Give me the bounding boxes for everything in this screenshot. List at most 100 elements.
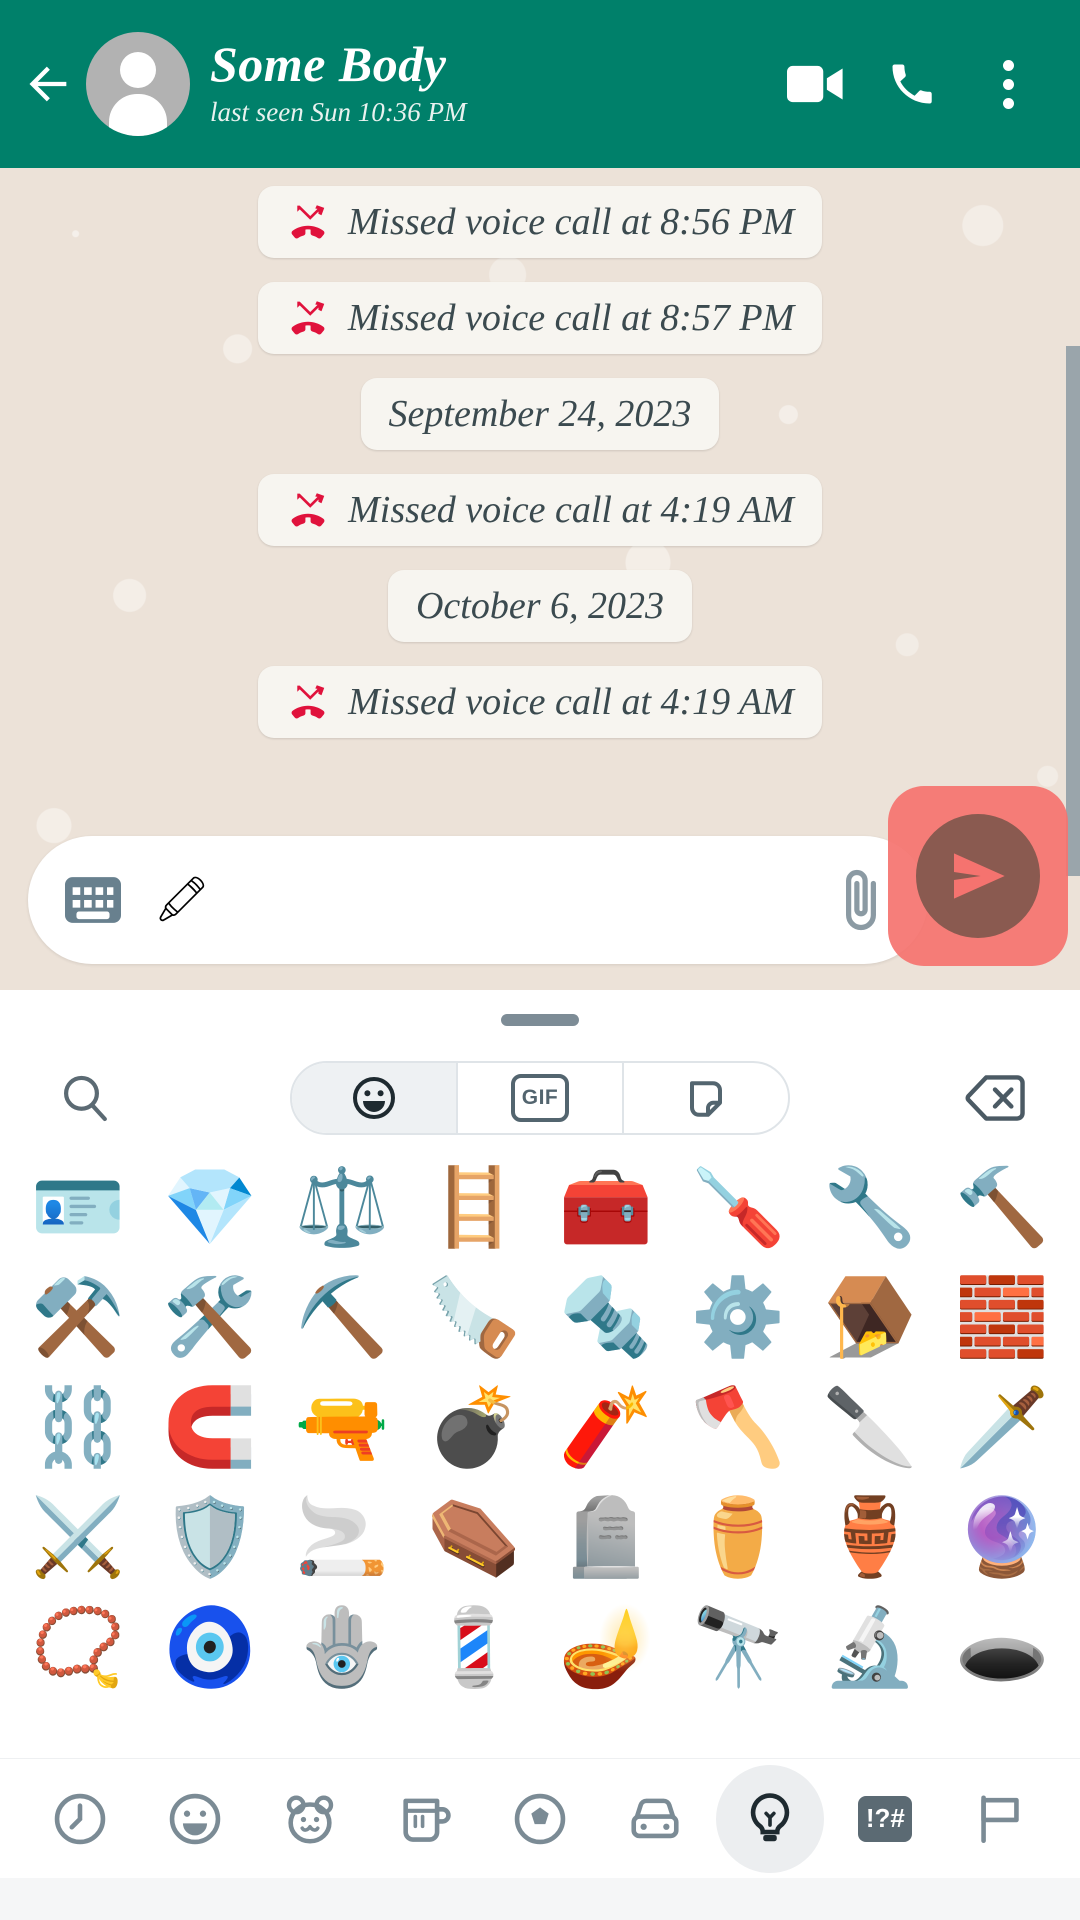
emoji-item[interactable]: 🛠️: [144, 1262, 276, 1372]
system-navigation-bar: [0, 1878, 1080, 1920]
message-bubble-missed-call[interactable]: Missed voice call at 8:56 PM: [257, 186, 823, 258]
emoji-item[interactable]: ⛏️: [276, 1262, 408, 1372]
send-button[interactable]: [916, 814, 1040, 938]
clock-icon: [54, 1793, 105, 1844]
emoji-item[interactable]: ⚰️: [408, 1482, 540, 1592]
emoji-item[interactable]: 🧰: [540, 1152, 672, 1262]
message-bubble-missed-call[interactable]: Missed voice call at 4:19 AM: [258, 666, 822, 738]
emoji-item[interactable]: ⛓️: [12, 1372, 144, 1482]
emoji-item[interactable]: ⚙️: [672, 1262, 804, 1372]
tab-gif[interactable]: GIF: [458, 1063, 624, 1133]
menu-button[interactable]: [960, 36, 1056, 132]
emoji-item[interactable]: 🪪: [12, 1152, 144, 1262]
missed-call-icon: [291, 685, 325, 719]
emoji-item[interactable]: 🛡️: [144, 1482, 276, 1592]
message-input-container[interactable]: 🖍: [28, 836, 928, 964]
emoji-item[interactable]: 🪛: [672, 1152, 804, 1262]
video-camera-icon: [787, 65, 843, 103]
emoji-item[interactable]: 🔪: [804, 1372, 936, 1482]
message-text: Missed voice call at 8:57 PM: [347, 297, 795, 339]
date-divider: October 6, 2023: [387, 570, 693, 642]
contact-status: last seen Sun 10:36 PM: [210, 96, 467, 127]
emoji-item[interactable]: 💣: [408, 1372, 540, 1482]
emoji-item[interactable]: ⚱️: [672, 1482, 804, 1592]
message-input[interactable]: 🖍: [124, 878, 828, 922]
category-smileys[interactable]: [141, 1765, 249, 1873]
emoji-item[interactable]: 🔮: [936, 1482, 1068, 1592]
gif-label: GIF: [511, 1074, 569, 1122]
category-travel[interactable]: [601, 1765, 709, 1873]
chat-header: Some Body last seen Sun 10:36 PM: [0, 0, 1080, 168]
emoji-item[interactable]: 💈: [408, 1592, 540, 1702]
emoji-item[interactable]: 🪦: [540, 1482, 672, 1592]
emoji-item[interactable]: 🪓: [672, 1372, 804, 1482]
paperclip-icon[interactable]: [828, 865, 894, 935]
voice-call-button[interactable]: [864, 36, 960, 132]
emoji-item[interactable]: 🚬: [276, 1482, 408, 1592]
emoji-picker-panel: GIF 🪪 💎 ⚖️ 🪜 🧰 🪛 🔧 🔨 ⚒️ 🛠️ ⛏️ 🪚 🔩 ⚙️ 🪤 🧱…: [0, 996, 1080, 1920]
message-list: Missed voice call at 8:56 PM Missed voic…: [0, 168, 1080, 738]
contact-info[interactable]: Some Body last seen Sun 10:36 PM: [210, 38, 768, 130]
tab-sticker[interactable]: [624, 1063, 788, 1133]
panel-drag-handle-row[interactable]: [0, 996, 1080, 1044]
smiley-icon: [353, 1077, 395, 1119]
emoji-item[interactable]: 🔩: [540, 1262, 672, 1372]
emoji-item[interactable]: 🔨: [936, 1152, 1068, 1262]
emoji-item[interactable]: 📿: [12, 1592, 144, 1702]
emoji-item[interactable]: 🔧: [804, 1152, 936, 1262]
emoji-item[interactable]: 🪬: [276, 1592, 408, 1702]
emoji-item[interactable]: 🕳️: [936, 1592, 1068, 1702]
emoji-item[interactable]: ⚖️: [276, 1152, 408, 1262]
category-objects[interactable]: [716, 1764, 825, 1873]
emoji-item[interactable]: 🧱: [936, 1262, 1068, 1372]
emoji-item[interactable]: 🔭: [672, 1592, 804, 1702]
emoji-item[interactable]: ⚔️: [12, 1482, 144, 1592]
category-food[interactable]: [371, 1765, 479, 1873]
back-button[interactable]: [18, 53, 80, 115]
emoji-item[interactable]: 🧨: [540, 1372, 672, 1482]
emoji-item[interactable]: 💎: [144, 1152, 276, 1262]
emoji-backspace-button[interactable]: [960, 1063, 1030, 1133]
search-icon: [64, 1075, 107, 1122]
avatar[interactable]: [86, 32, 190, 136]
emoji-item[interactable]: 🪤: [804, 1262, 936, 1372]
message-bubble-missed-call[interactable]: Missed voice call at 4:19 AM: [258, 474, 822, 546]
emoji-item[interactable]: 🪜: [408, 1152, 540, 1262]
emoji-item[interactable]: 🪔: [540, 1592, 672, 1702]
category-flags[interactable]: [946, 1765, 1054, 1873]
category-animals[interactable]: [256, 1765, 364, 1873]
emoji-category-bar: !?#: [0, 1758, 1080, 1878]
category-recent[interactable]: [26, 1765, 134, 1873]
emoji-item[interactable]: 🔬: [804, 1592, 936, 1702]
smiley-icon: [169, 1793, 220, 1844]
date-text: September 24, 2023: [388, 393, 692, 435]
keyboard-icon[interactable]: [62, 872, 124, 928]
avatar-body: [109, 94, 167, 136]
category-symbols[interactable]: !?#: [831, 1765, 939, 1873]
emoji-picker-header: GIF: [0, 1044, 1080, 1152]
contact-name: Some Body: [210, 36, 447, 93]
bear-icon: [286, 1795, 333, 1844]
emoji-item[interactable]: 🔫: [276, 1372, 408, 1482]
overflow-menu-icon: [1002, 59, 1014, 109]
emoji-item[interactable]: 🪚: [408, 1262, 540, 1372]
message-bubble-missed-call[interactable]: Missed voice call at 8:57 PM: [257, 282, 823, 354]
emoji-item[interactable]: 🗡️: [936, 1372, 1068, 1482]
phone-icon: [892, 64, 932, 104]
emoji-item[interactable]: 🧲: [144, 1372, 276, 1482]
category-activities[interactable]: [486, 1765, 594, 1873]
drag-handle[interactable]: [501, 1014, 579, 1026]
cup-icon: [403, 1798, 451, 1842]
tab-emoji[interactable]: [292, 1063, 458, 1133]
emoji-item[interactable]: 🧿: [144, 1592, 276, 1702]
sticker-icon: [690, 1081, 722, 1117]
emoji-item[interactable]: ⚒️: [12, 1262, 144, 1372]
send-icon: [954, 853, 1005, 899]
video-call-button[interactable]: [768, 36, 864, 132]
chat-scrollbar[interactable]: [1066, 346, 1080, 876]
message-text: Missed voice call at 4:19 AM: [348, 681, 794, 723]
backspace-icon: [965, 1075, 1025, 1121]
emoji-item[interactable]: 🏺: [804, 1482, 936, 1592]
emoji-search-button[interactable]: [50, 1063, 120, 1133]
date-text: October 6, 2023: [415, 585, 665, 627]
